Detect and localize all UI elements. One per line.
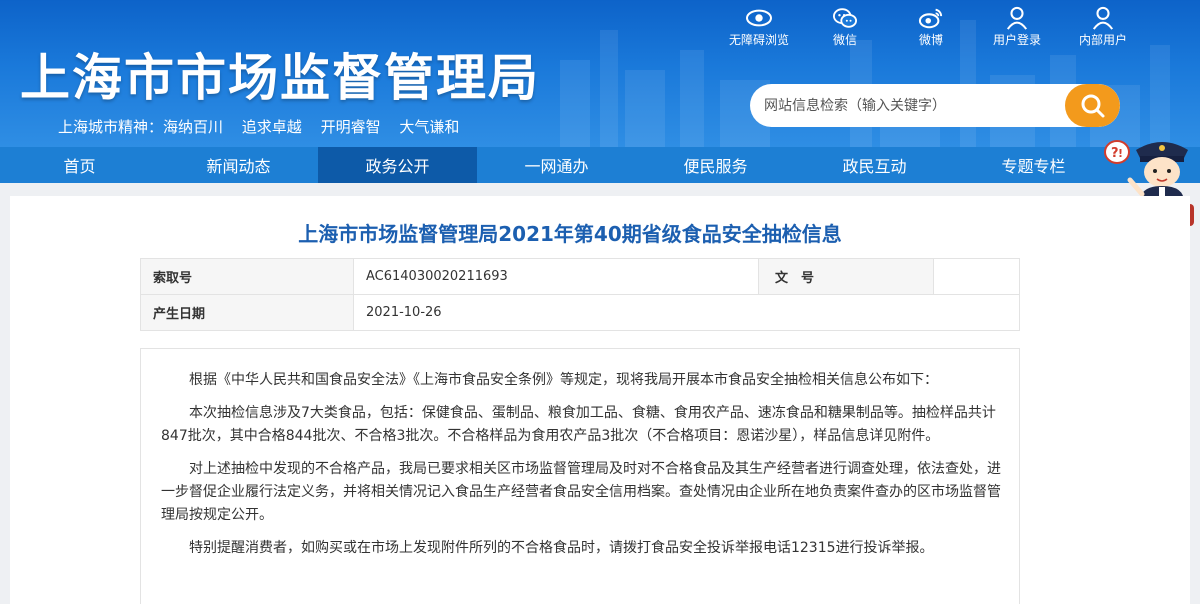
wechat-label: 微信 bbox=[832, 33, 857, 47]
accessibility-link[interactable]: 无障碍浏览 bbox=[716, 6, 802, 48]
article-container: 上海市市场监督管理局2021年第40期省级食品安全抽检信息 索取号 AC6140… bbox=[10, 196, 1190, 604]
article-paragraph: 特别提醒消费者，如购买或在市场上发现附件所列的不合格食品时，请拨打食品安全投诉举… bbox=[189, 540, 934, 556]
nav-online-service[interactable]: 一网通办 bbox=[477, 147, 636, 183]
meta-row: 索取号 AC614030020211693 文 号 bbox=[140, 258, 1020, 295]
nav-public-service[interactable]: 便民服务 bbox=[636, 147, 795, 183]
search-button[interactable] bbox=[1065, 84, 1120, 127]
user-icon bbox=[1006, 6, 1028, 30]
motto-item: 上海城市精神：海纳百川 bbox=[58, 118, 224, 136]
motto-item: 追求卓越 bbox=[241, 118, 302, 136]
meta-index-label: 索取号 bbox=[140, 258, 354, 295]
nav-news[interactable]: 新闻动态 bbox=[159, 147, 318, 183]
article-paragraph: 本次抽检信息涉及7大类食品，包括：保健食品、蛋制品、粮食加工品、食糖、食用农产品… bbox=[161, 405, 996, 444]
meta-index-value: AC614030020211693 bbox=[353, 258, 759, 295]
article-paragraph: 对上述抽检中发现的不合格产品，我局已要求相关区市场监督管理局及时对不合格食品及其… bbox=[161, 461, 1001, 523]
site-header: 上海市市场监督管理局 上海城市精神：海纳百川 追求卓越 开明睿智 大气谦和 无障… bbox=[0, 0, 1200, 147]
wechat-icon bbox=[833, 8, 857, 28]
meta-doc-label: 文 号 bbox=[758, 258, 934, 295]
accessibility-label: 无障碍浏览 bbox=[728, 33, 789, 47]
svg-text:!: ! bbox=[1118, 147, 1123, 160]
user-login-link[interactable]: 用户登录 bbox=[974, 6, 1060, 48]
nav-special-topics[interactable]: 专题专栏 bbox=[954, 147, 1113, 183]
article-paragraph: 根据《中华人民共和国食品安全法》《上海市食品安全条例》等规定，现将我局开展本市食… bbox=[189, 372, 938, 388]
article-title: 上海市市场监督管理局2021年第40期省级食品安全抽检信息 bbox=[298, 222, 842, 246]
meta-doc-value bbox=[933, 258, 1020, 295]
article-body: 根据《中华人民共和国食品安全法》《上海市食品安全条例》等规定，现将我局开展本市食… bbox=[140, 348, 1020, 604]
city-motto: 上海城市精神：海纳百川 追求卓越 开明睿智 大气谦和 bbox=[58, 116, 473, 137]
search-input[interactable] bbox=[750, 84, 1070, 127]
wechat-link[interactable]: 微信 bbox=[802, 6, 888, 48]
nav-interaction[interactable]: 政民互动 bbox=[795, 147, 954, 183]
internal-user-link[interactable]: 内部用户 bbox=[1060, 6, 1146, 48]
article-meta-table: 索取号 AC614030020211693 文 号 产生日期 2021-10-2… bbox=[140, 258, 1020, 331]
internal-user-label: 内部用户 bbox=[1078, 33, 1127, 47]
meta-date-label: 产生日期 bbox=[140, 294, 354, 331]
site-title[interactable]: 上海市市场监督管理局 bbox=[20, 38, 540, 110]
weibo-icon bbox=[918, 8, 943, 29]
main-nav: 首页 新闻动态 政务公开 一网通办 便民服务 政民互动 专题专栏 bbox=[0, 147, 1200, 183]
weibo-link[interactable]: 微博 bbox=[888, 6, 974, 48]
search-icon bbox=[1081, 94, 1104, 117]
motto-item: 大气谦和 bbox=[399, 118, 460, 136]
search-box bbox=[750, 84, 1120, 127]
eye-icon bbox=[745, 9, 773, 27]
user-icon bbox=[1092, 6, 1114, 30]
weibo-label: 微博 bbox=[918, 33, 943, 47]
nav-home[interactable]: 首页 bbox=[0, 147, 159, 183]
meta-date-value: 2021-10-26 bbox=[353, 294, 1020, 331]
top-links: 无障碍浏览 微信 微博 用户登录 内部用户 bbox=[716, 6, 1146, 48]
meta-row: 产生日期 2021-10-26 bbox=[140, 294, 1020, 331]
user-login-label: 用户登录 bbox=[992, 33, 1041, 47]
nav-gov-info[interactable]: 政务公开 bbox=[318, 147, 477, 183]
motto-item: 开明睿智 bbox=[320, 118, 381, 136]
